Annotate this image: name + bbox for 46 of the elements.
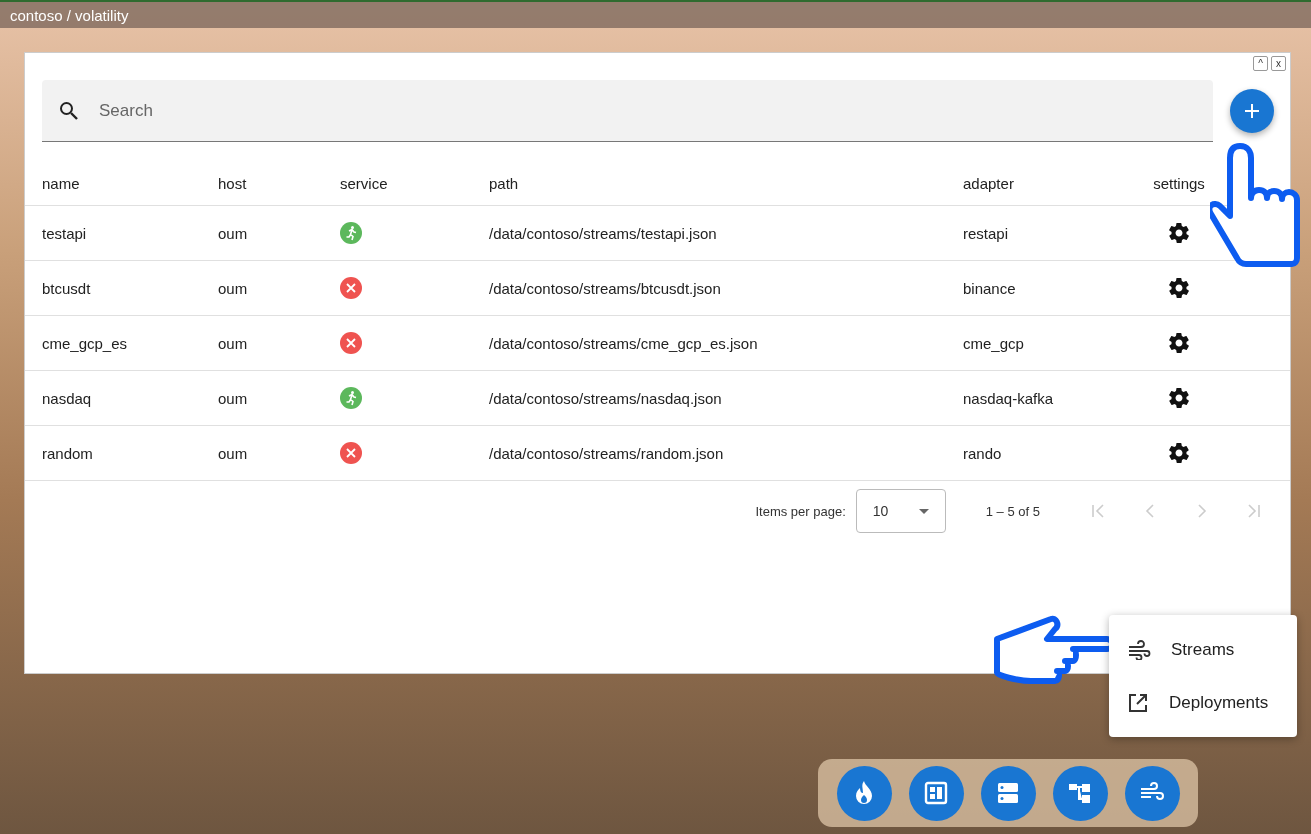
wind-icon [1127, 639, 1151, 660]
add-button[interactable] [1230, 89, 1274, 133]
table-cell-text: oum [218, 444, 249, 462]
settings-icon[interactable] [1167, 386, 1191, 410]
table-cell-text: oum [218, 279, 249, 297]
plus-icon [1243, 102, 1261, 120]
dropdown-caret-icon [918, 508, 929, 514]
app-title: contoso / volatility [10, 6, 129, 24]
table-cell-text: /data/contoso/streams/random.json [489, 444, 725, 462]
table-cell-text: cme_gcp_es [42, 334, 129, 352]
items-per-page-label: Items per page: [755, 503, 846, 519]
table-cell-text: btcusdt [42, 279, 92, 297]
dashboard-icon [922, 779, 950, 807]
page-range-label: 1 – 5 of 5 [985, 503, 1040, 519]
table-cell-text: cme_gcp [963, 334, 1025, 352]
menu-item[interactable]: Deployments [1109, 676, 1297, 729]
table-cell-text: /data/contoso/streams/btcusdt.json [489, 279, 722, 297]
table-cell-text: rando [963, 444, 1003, 462]
external-link-icon [1127, 691, 1149, 714]
column-header: host [218, 175, 248, 192]
collapse-button[interactable]: ^ [1253, 56, 1268, 71]
table-cell-text: oum [218, 224, 249, 242]
table-cell-text: oum [218, 389, 249, 407]
settings-icon[interactable] [1167, 441, 1191, 465]
menu-item[interactable]: Streams [1109, 623, 1297, 676]
table-cell-text: /data/contoso/streams/testapi.json [489, 224, 718, 242]
settings-icon[interactable] [1167, 221, 1191, 245]
column-header: path [489, 175, 520, 192]
settings-icon[interactable] [1167, 331, 1191, 355]
close-button[interactable]: x [1271, 56, 1286, 71]
settings-icon[interactable] [1167, 276, 1191, 300]
table-cell-text: restapi [963, 224, 1010, 242]
page-size-select[interactable]: 10 [855, 489, 946, 533]
table-cell-text: nasdaq [42, 389, 93, 407]
table-cell-text: /data/contoso/streams/nasdaq.json [489, 389, 723, 407]
table-cell-text: random [42, 444, 94, 462]
column-header: service [340, 175, 389, 192]
column-header: settings [1152, 175, 1206, 192]
table-cell-text: /data/contoso/streams/cme_gcp_es.json [489, 334, 759, 352]
table-cell-text: oum [218, 334, 249, 352]
table-cell-text: binance [963, 279, 1017, 297]
column-header: adapter [963, 175, 1015, 192]
search-field[interactable]: Search [42, 80, 1213, 142]
column-header: name [42, 175, 81, 192]
table-cell-text: nasdaq-kafka [963, 389, 1055, 407]
table-cell-text: testapi [42, 224, 88, 242]
